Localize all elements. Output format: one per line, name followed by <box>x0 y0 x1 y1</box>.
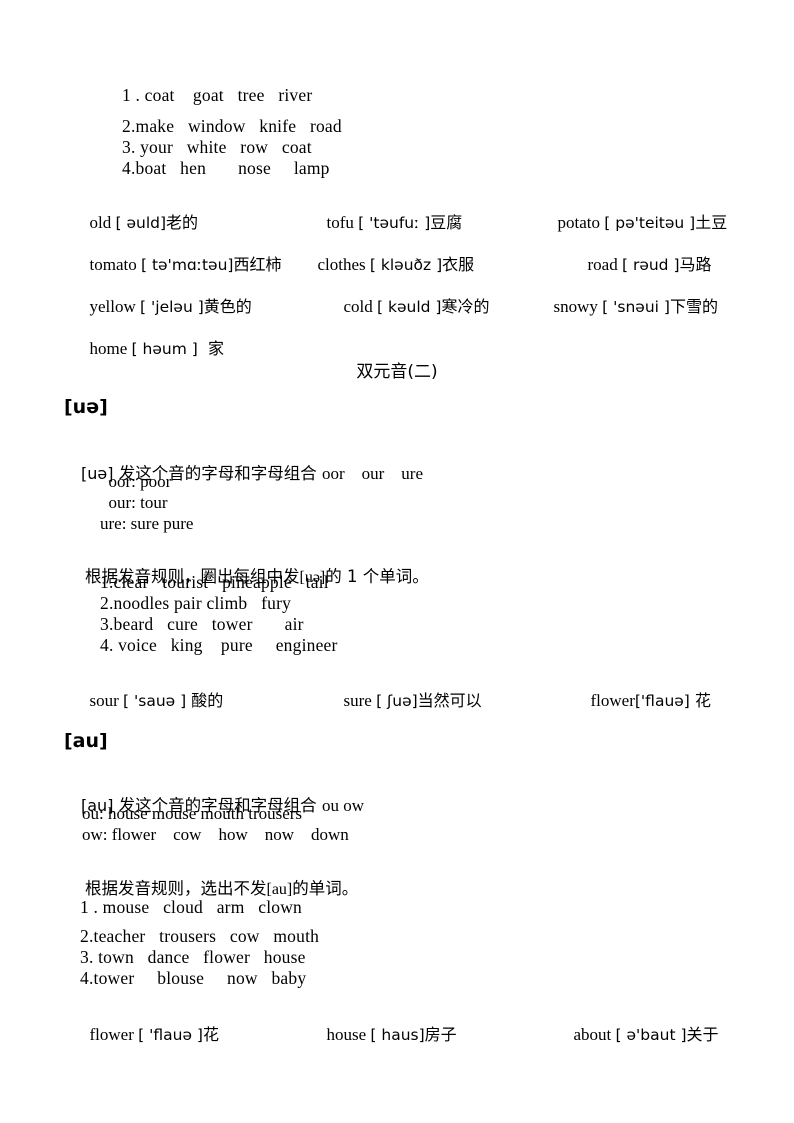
vocab-translation: 衣服 <box>442 255 475 274</box>
top-exercise-line-4: 4.boat hen nose lamp <box>122 158 330 178</box>
vocab-ipa: [ haus] <box>370 1026 425 1044</box>
vocab-translation: 西红柿 <box>233 255 282 274</box>
exercise-ue-line-3: 3.beard cure tower air <box>100 614 304 634</box>
vocab-word: flower <box>89 1025 134 1044</box>
vocab-row: home [ həum ] 家 <box>64 315 730 358</box>
section-heading-ue: [uə] <box>64 396 108 418</box>
vocab-word: house <box>326 1025 367 1044</box>
exercise-ue-line-4: 4. voice king pure engineer <box>100 635 338 655</box>
vocab-word: cold <box>343 297 373 316</box>
instruction-text-a: 根据发音规则，选出不发 <box>84 879 267 898</box>
top-exercise-line-1: 1 . coat goat tree river <box>122 85 313 105</box>
exercise-au-line-4: 4.tower blouse now baby <box>80 968 307 988</box>
vocab-word: home <box>89 339 128 358</box>
exercise-au-line-1: 1 . mouse cloud arm clown <box>80 897 302 917</box>
vocab-row: tomato [ tə'mɑːtəu]西红柿 clothes [ kləuðz … <box>64 231 730 274</box>
vocab-ipa: [ ʃuə] <box>376 692 418 710</box>
vocab-word: tomato <box>89 255 137 274</box>
rule-list-ue-2: our: tour <box>100 493 168 512</box>
exercise-au-line-3: 3. town dance flower house <box>80 947 306 967</box>
vocab-word: road <box>587 255 618 274</box>
intro-letters: oor our ure <box>321 464 423 483</box>
vocab-translation: 酸的 <box>186 691 224 710</box>
vocab-word: snowy <box>553 297 598 316</box>
vocab-translation: 花 <box>689 691 711 710</box>
vocab-translation: 当然可以 <box>417 691 482 710</box>
vocab-row: old [ əuld]老的 tofu [ 'təufuː ]豆腐 potato … <box>64 189 730 232</box>
vocab-ipa: [ 'təufuː ] <box>358 214 431 232</box>
rule-list-au-2: ow: flower cow how now down <box>82 825 349 844</box>
vocab-ipa: [ əuld] <box>115 214 167 232</box>
vocab-word: yellow <box>89 297 136 316</box>
vocab-word: clothes <box>317 255 366 274</box>
vocab-ipa: [ 'sauə ] <box>123 692 187 710</box>
vocab-ipa: [ 'snəui ] <box>602 298 670 316</box>
instruction-text-b: 的单词。 <box>292 879 359 898</box>
vocab-translation: 寒冷的 <box>441 297 490 316</box>
vocab-word: sour <box>89 691 119 710</box>
instruction-ipa: [au] <box>266 881 293 898</box>
vocab-entry: flower['flauə] 花 <box>565 667 711 731</box>
intro-letters: ou ow <box>321 796 364 815</box>
exercise-ue-line-2: 2.noodles pair climb fury <box>100 593 292 613</box>
exercise-au-line-2: 2.teacher trousers cow mouth <box>80 926 320 946</box>
vocab-entry: flower [ 'flauə ]花 <box>64 1001 219 1065</box>
vocab-ipa: [ 'jeləu ] <box>140 298 204 316</box>
vocab-word: sure <box>343 691 372 710</box>
vocab-translation: 下雪的 <box>669 297 718 316</box>
vocab-word: potato <box>557 213 601 232</box>
vocab-translation: 马路 <box>679 255 712 274</box>
top-exercise-line-3: 3. your white row coat <box>122 137 312 157</box>
page-title: 双元音(二) <box>356 362 438 382</box>
vocab-ipa: [ pə'teitəu ] <box>604 214 696 232</box>
vocab-entry: house [ haus]房子 <box>301 1001 457 1065</box>
vocab-word: tofu <box>326 213 354 232</box>
vocab-translation: 关于 <box>686 1025 719 1044</box>
vocab-ipa: [ ə'baut ] <box>615 1026 687 1044</box>
vocab-translation: 家 <box>197 339 224 358</box>
document-page: 1 . coat goat tree river 2.make window k… <box>0 0 794 1123</box>
rule-list-ue-1: oor: poor <box>100 472 172 491</box>
vocab-row: flower [ 'flauə ]花 house [ haus]房子 about… <box>64 1001 730 1044</box>
vocab-translation: 房子 <box>424 1025 457 1044</box>
vocab-ipa: ['flauə] <box>634 692 690 710</box>
vocab-row: sour [ 'sauə ] 酸的 sure [ ʃuə]当然可以 flower… <box>64 667 730 710</box>
vocab-ipa: [ kəuld ] <box>377 298 442 316</box>
vocab-ipa: [ 'flauə ] <box>138 1026 203 1044</box>
instruction-text-b: 的 1 个单词。 <box>325 567 429 586</box>
vocab-translation: 黄色的 <box>203 297 252 316</box>
vocab-word: about <box>573 1025 612 1044</box>
vocab-word: flower <box>590 691 635 710</box>
vocab-entry: sour [ 'sauə ] 酸的 <box>64 667 224 731</box>
vocab-entry: about [ ə'baut ]关于 <box>548 1001 719 1065</box>
vocab-translation: 花 <box>202 1025 219 1044</box>
vocab-ipa: [ kləuðz ] <box>369 256 443 274</box>
vocab-ipa: [ tə'mɑːtəu] <box>140 256 234 274</box>
vocab-word: old <box>89 213 112 232</box>
vocab-translation: 豆腐 <box>430 213 463 232</box>
top-exercise-line-2: 2.make window knife road <box>122 116 342 136</box>
exercise-ue-line-1: 1.clear tourist pineapple tail <box>100 572 329 592</box>
vocab-row: yellow [ 'jeləu ]黄色的 cold [ kəuld ]寒冷的 s… <box>64 273 730 316</box>
vocab-translation: 土豆 <box>695 213 728 232</box>
vocab-translation: 老的 <box>166 213 199 232</box>
rule-list-au-1: ou: house mouse mouth trousers <box>82 804 303 823</box>
vocab-ipa: [ həum ] <box>131 340 198 358</box>
section-heading-au: [au] <box>64 730 108 752</box>
rule-list-ue-3: ure: sure pure <box>100 514 194 533</box>
vocab-entry: sure [ ʃuə]当然可以 <box>318 667 482 731</box>
vocab-ipa: [ rəud ] <box>621 256 680 274</box>
